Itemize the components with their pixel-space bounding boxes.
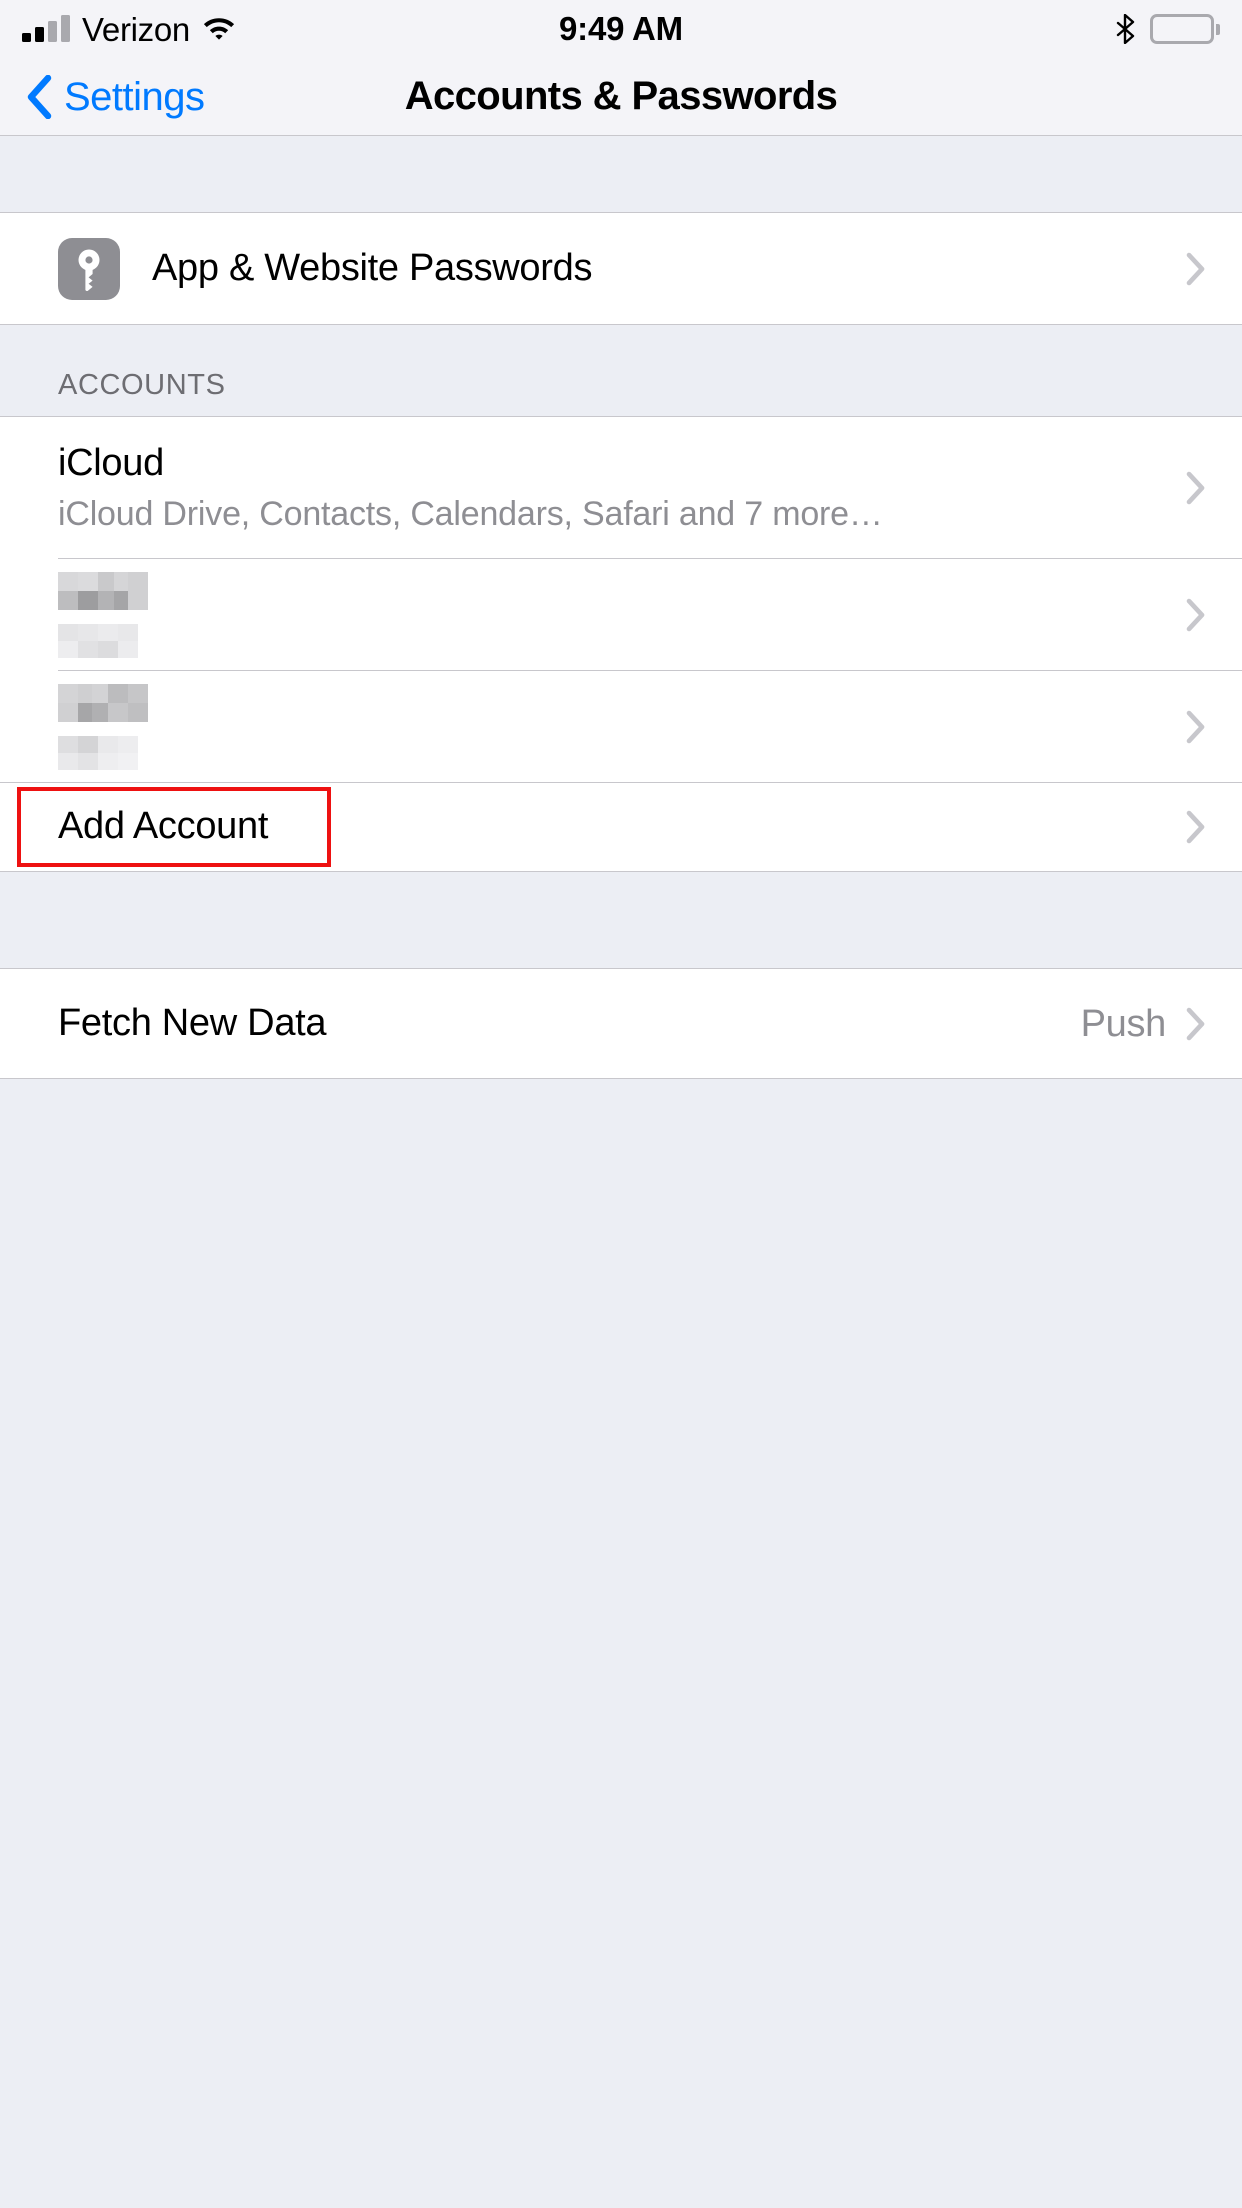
row-title: App & Website Passwords — [152, 247, 593, 290]
row-title: Fetch New Data — [58, 1002, 327, 1045]
list-bottom-filler — [0, 1079, 1242, 2208]
status-bar-left: Verizon — [22, 13, 236, 46]
redacted-account-label — [58, 572, 1186, 658]
accounts-section: iCloud iCloud Drive, Contacts, Calendars… — [0, 417, 1242, 871]
row-label-wrap: Fetch New Data — [58, 1001, 1081, 1047]
row-label-wrap: Add Account — [58, 804, 1186, 850]
redacted-subtitle-mosaic — [58, 736, 138, 770]
redacted-title-mosaic — [58, 684, 148, 722]
chevron-right-icon — [1186, 710, 1206, 744]
back-button[interactable]: Settings — [0, 74, 205, 119]
list-top-spacer — [0, 136, 1242, 213]
row-fetch-new-data[interactable]: Fetch New Data Push — [0, 969, 1242, 1079]
settings-list[interactable]: App & Website Passwords ACCOUNTS iCloud … — [0, 136, 1242, 2208]
chevron-right-icon — [1186, 252, 1206, 286]
passwords-section: App & Website Passwords — [0, 213, 1242, 325]
redacted-title-mosaic — [58, 572, 148, 610]
row-account-redacted-1[interactable] — [0, 559, 1242, 671]
status-bar: Verizon 9:49 AM — [0, 0, 1242, 58]
navigation-bar: Settings Accounts & Passwords — [0, 58, 1242, 136]
row-account-redacted-2[interactable] — [0, 671, 1242, 783]
row-title: Add Account — [58, 805, 269, 848]
row-label-wrap: App & Website Passwords — [152, 246, 1186, 292]
chevron-right-icon — [1186, 598, 1206, 632]
row-icloud[interactable]: iCloud iCloud Drive, Contacts, Calendars… — [0, 417, 1242, 559]
wifi-icon — [202, 16, 236, 42]
row-app-website-passwords[interactable]: App & Website Passwords — [0, 213, 1242, 325]
key-icon — [58, 238, 120, 300]
back-button-label: Settings — [64, 74, 205, 119]
row-value: Push — [1080, 1002, 1167, 1045]
row-add-account[interactable]: Add Account — [0, 783, 1242, 871]
row-subtitle: iCloud Drive, Contacts, Calendars, Safar… — [58, 494, 883, 533]
redacted-account-label — [58, 684, 1186, 770]
chevron-right-icon — [1186, 471, 1206, 505]
fetch-section: Fetch New Data Push — [0, 969, 1242, 1079]
redacted-subtitle-mosaic — [58, 624, 138, 658]
row-label-wrap: iCloud iCloud Drive, Contacts, Calendars… — [58, 441, 1186, 535]
carrier-label: Verizon — [82, 10, 190, 48]
chevron-right-icon — [1186, 810, 1206, 844]
bluetooth-icon — [1116, 14, 1136, 44]
accounts-section-header: ACCOUNTS — [0, 325, 1242, 417]
cellular-signal-icon — [22, 15, 70, 42]
chevron-left-icon — [26, 74, 52, 119]
status-bar-right — [1116, 14, 1220, 44]
list-mid-spacer — [0, 871, 1242, 969]
battery-icon — [1150, 14, 1220, 44]
row-title: iCloud — [58, 441, 164, 484]
chevron-right-icon — [1186, 1007, 1206, 1041]
